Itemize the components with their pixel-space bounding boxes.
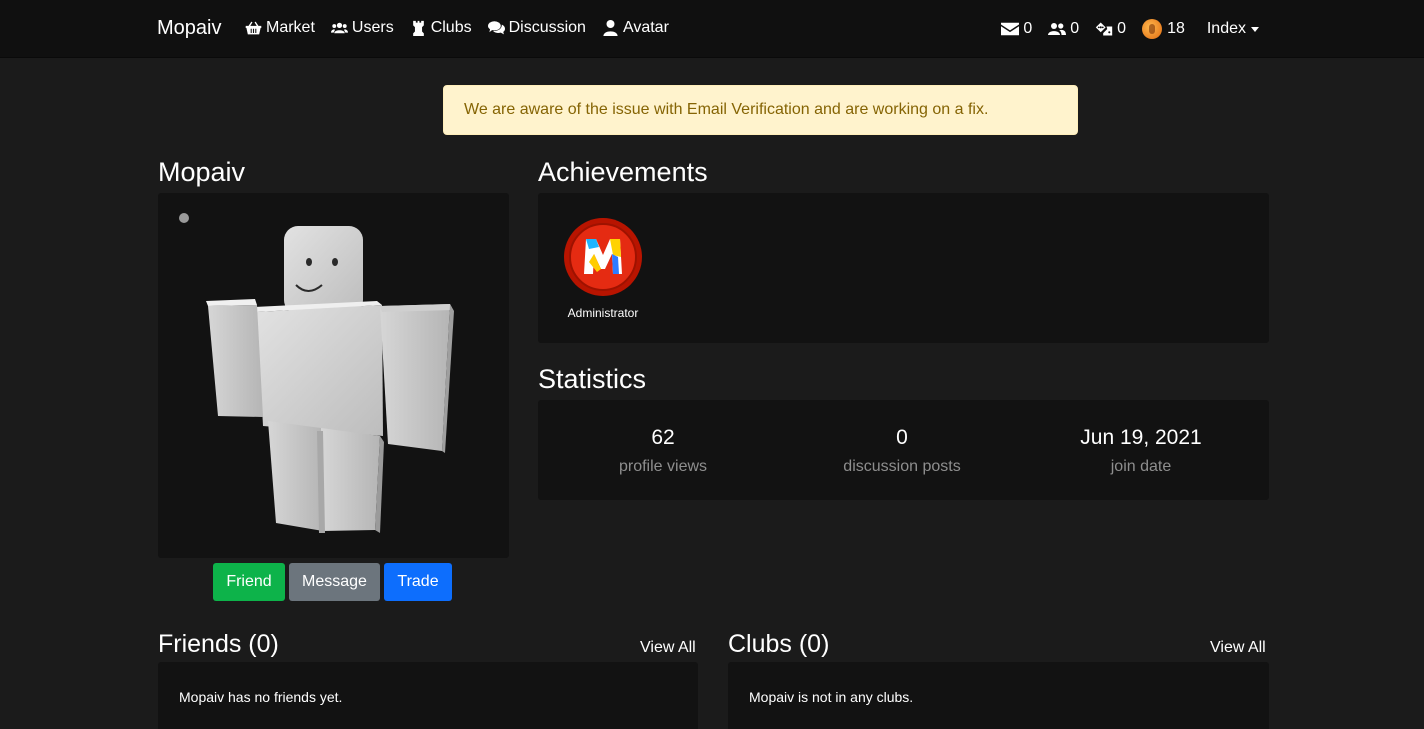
clubs-view-all-link[interactable]: View All bbox=[1210, 639, 1266, 657]
friends-panel: Mopaiv has no friends yet. bbox=[158, 662, 698, 729]
index-dropdown[interactable]: Index bbox=[1207, 20, 1259, 38]
message-button[interactable]: Message bbox=[289, 563, 380, 601]
statistics-title: Statistics bbox=[538, 364, 647, 394]
messages-link[interactable]: 0 bbox=[1001, 20, 1032, 38]
stat-value: 62 bbox=[651, 426, 675, 449]
stat-discussion-posts: 0 discussion posts bbox=[782, 426, 1022, 476]
clubs-panel: Mopaiv is not in any clubs. bbox=[728, 662, 1269, 729]
trade-button[interactable]: Trade bbox=[384, 563, 452, 601]
achievements-panel: Administrator bbox=[538, 193, 1269, 343]
stat-profile-views: 62 profile views bbox=[543, 426, 783, 476]
currency-amount: 18 bbox=[1167, 20, 1185, 37]
friends-title: Friends (0) bbox=[158, 630, 279, 658]
achievement-label: Administrator bbox=[567, 306, 639, 320]
administrator-badge-icon bbox=[564, 218, 642, 296]
avatar-panel bbox=[158, 193, 509, 558]
nav-link-avatar[interactable]: Avatar bbox=[602, 19, 669, 37]
friends-view-all-link[interactable]: View All bbox=[640, 639, 696, 657]
nav-link-clubs[interactable]: Clubs bbox=[410, 19, 472, 37]
nav-link-discussion[interactable]: Discussion bbox=[487, 19, 586, 37]
friend-button[interactable]: Friend bbox=[213, 563, 285, 601]
nav-link-label: Users bbox=[351, 19, 394, 36]
index-dropdown-label: Index bbox=[1206, 20, 1246, 37]
comments-icon bbox=[487, 21, 505, 35]
caret-down-icon bbox=[1251, 26, 1259, 32]
nav-link-market[interactable]: Market bbox=[245, 19, 315, 37]
nav-link-users[interactable]: Users bbox=[330, 19, 394, 37]
currency-link[interactable]: 18 bbox=[1142, 19, 1185, 39]
currency-coin-icon bbox=[1142, 19, 1163, 39]
achievements-title: Achievements bbox=[538, 157, 708, 187]
profile-username: Mopaiv bbox=[158, 157, 246, 187]
stat-join-date: Jun 19, 2021 join date bbox=[1021, 426, 1261, 476]
nav-user-stats: 0 0 0 18 Index bbox=[985, 19, 1259, 39]
chess-rook-icon bbox=[412, 20, 424, 36]
nav-link-label: Discussion bbox=[508, 19, 586, 36]
stat-value: Jun 19, 2021 bbox=[1080, 426, 1202, 449]
friends-empty-text: Mopaiv has no friends yet. bbox=[179, 689, 343, 705]
navbar-container: Mopaiv Market Users Clubs Discussion Ava… bbox=[157, 0, 1267, 58]
avatar-image bbox=[206, 226, 454, 533]
stat-label: join date bbox=[1110, 458, 1172, 475]
trades-count: 0 bbox=[1117, 20, 1127, 37]
user-icon bbox=[603, 20, 618, 36]
basket-icon bbox=[245, 21, 262, 35]
nav-links: Market Users Clubs Discussion Avatar bbox=[245, 19, 685, 37]
trades-link[interactable]: 0 bbox=[1095, 20, 1126, 38]
messages-count: 0 bbox=[1023, 20, 1033, 37]
statistics-panel: 62 profile views 0 discussion posts Jun … bbox=[538, 400, 1269, 500]
email-verification-alert: We are aware of the issue with Email Ver… bbox=[443, 85, 1078, 135]
top-navbar: Mopaiv Market Users Clubs Discussion Ava… bbox=[0, 0, 1424, 58]
clubs-empty-text: Mopaiv is not in any clubs. bbox=[749, 689, 914, 705]
nav-link-label: Clubs bbox=[430, 19, 472, 36]
stat-label: profile views bbox=[618, 458, 708, 475]
user-friends-icon bbox=[1048, 23, 1067, 35]
nav-link-label: Market bbox=[266, 19, 315, 36]
envelope-icon bbox=[1001, 22, 1020, 36]
alert-text: We are aware of the issue with Email Ver… bbox=[464, 101, 989, 118]
friend-requests-link[interactable]: 0 bbox=[1048, 20, 1079, 38]
users-icon bbox=[330, 22, 348, 34]
achievement-badge-administrator[interactable]: Administrator bbox=[560, 217, 646, 320]
dice-icon bbox=[1095, 22, 1113, 36]
stat-label: discussion posts bbox=[843, 458, 961, 475]
stat-value: 0 bbox=[896, 426, 908, 449]
friend-requests-count: 0 bbox=[1070, 20, 1080, 37]
nav-link-label: Avatar bbox=[622, 19, 669, 36]
brand-logo-link[interactable]: Mopaiv bbox=[157, 17, 221, 40]
clubs-title: Clubs (0) bbox=[728, 630, 830, 658]
